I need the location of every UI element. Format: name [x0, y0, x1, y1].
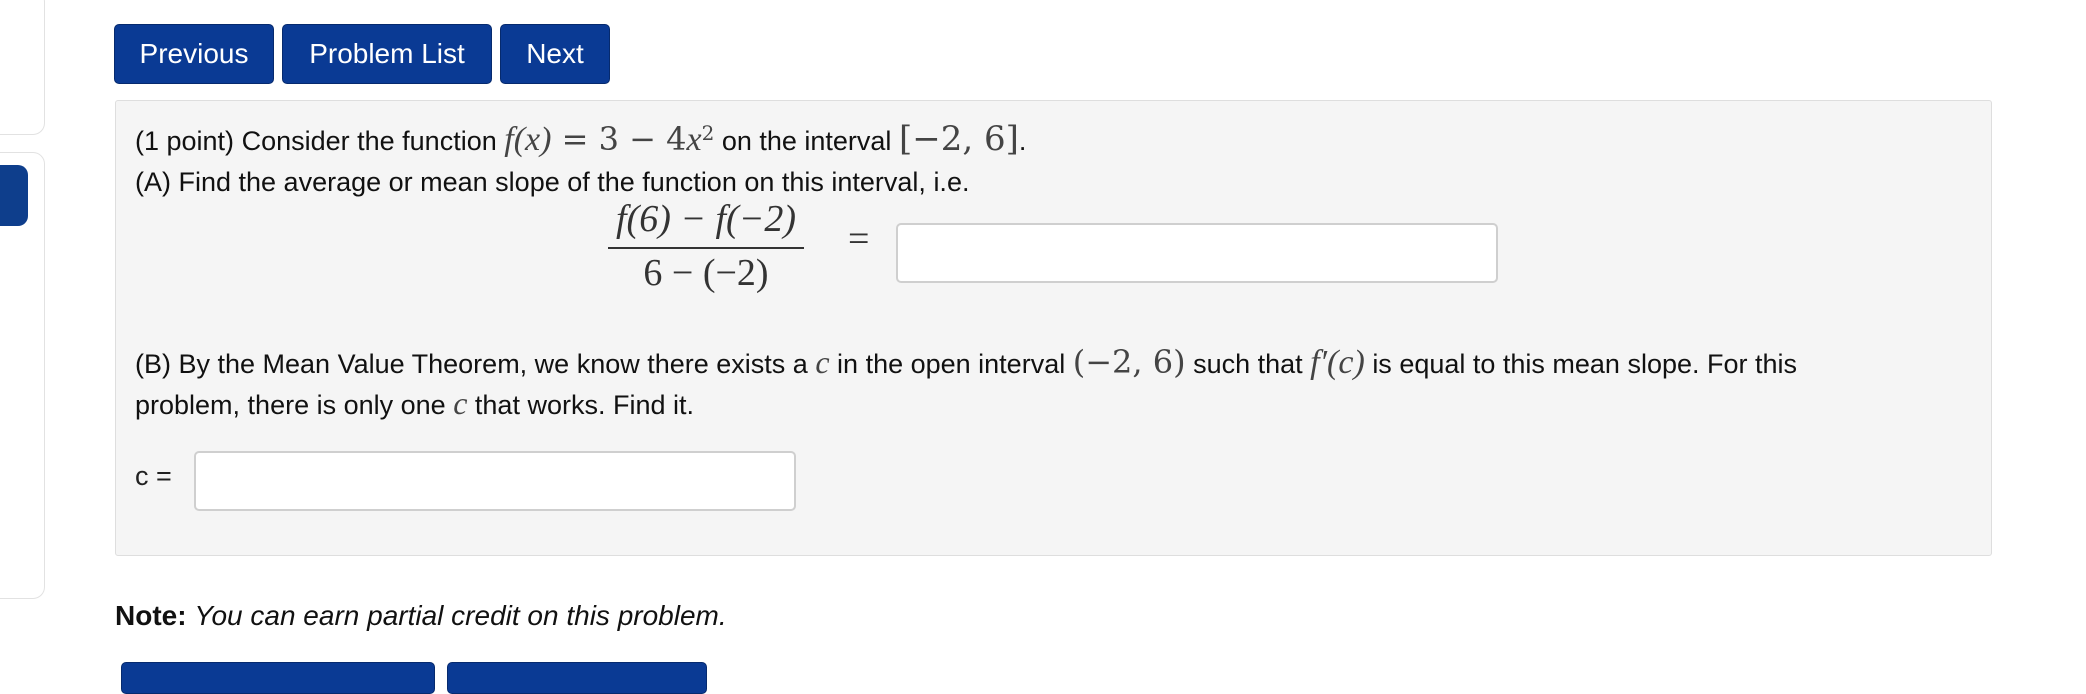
- equals-sign: =: [848, 218, 870, 260]
- on-interval-text: on the interval: [721, 126, 892, 156]
- function-var: x: [686, 121, 702, 158]
- fraction-denominator: 6 − (−2): [643, 252, 769, 294]
- period: .: [1018, 126, 1027, 156]
- function-exponent: 2: [701, 121, 715, 145]
- problem-list-button[interactable]: Problem List: [282, 24, 492, 84]
- note-label: Note:: [115, 600, 187, 631]
- previous-button[interactable]: Previous: [114, 24, 274, 84]
- c-answer-label: c =: [135, 461, 172, 491]
- partial-credit-note: Note: You can earn partial credit on thi…: [115, 600, 727, 632]
- part-b-text-2: in the open interval: [837, 349, 1066, 379]
- submit-button-partial[interactable]: [121, 662, 435, 694]
- intro-text: Consider the function: [241, 126, 497, 156]
- c-symbol-2: c: [453, 385, 468, 421]
- answer-a-input[interactable]: [896, 223, 1498, 283]
- function-eq: = 3 − 4: [551, 120, 687, 158]
- part-b-line-2: problem, there is only one c that works.…: [135, 385, 694, 422]
- c-symbol: c: [815, 344, 830, 380]
- part-b-line-1: (B) By the Mean Value Theorem, we know t…: [135, 343, 1797, 382]
- fraction-numerator: f(6) − f(−2): [615, 198, 797, 240]
- function-lhs: f(x): [504, 121, 552, 158]
- part-b-text-6: that works. Find it.: [474, 390, 694, 420]
- part-b-text-1: (B) By the Mean Value Theorem, we know t…: [135, 349, 808, 379]
- problem-statement: (1 point) Consider the function f(x) = 3…: [135, 119, 1026, 159]
- side-panel-tab[interactable]: [0, 165, 28, 226]
- open-interval: (−2, 6): [1072, 343, 1186, 381]
- note-text: You can earn partial credit on this prob…: [194, 600, 727, 631]
- side-panel-top: [0, 0, 45, 135]
- mean-slope-fraction: f(6) − f(−2) 6 − (−2): [606, 197, 806, 297]
- part-b-text-3: such that: [1193, 349, 1303, 379]
- points-label: (1 point): [135, 126, 235, 156]
- fraction-bar: [608, 247, 804, 249]
- answer-b-input[interactable]: [194, 451, 796, 511]
- secondary-button-partial[interactable]: [447, 662, 707, 694]
- problem-body: (1 point) Consider the function f(x) = 3…: [115, 100, 1992, 556]
- part-a-text: (A) Find the average or mean slope of th…: [135, 167, 970, 197]
- f-prime-c: f′(c): [1310, 344, 1365, 381]
- part-b-text-4: is equal to this mean slope. For this: [1372, 349, 1798, 379]
- part-b-text-5: problem, there is only one: [135, 390, 446, 420]
- interval: [−2, 6]: [898, 119, 1019, 159]
- next-button[interactable]: Next: [500, 24, 610, 84]
